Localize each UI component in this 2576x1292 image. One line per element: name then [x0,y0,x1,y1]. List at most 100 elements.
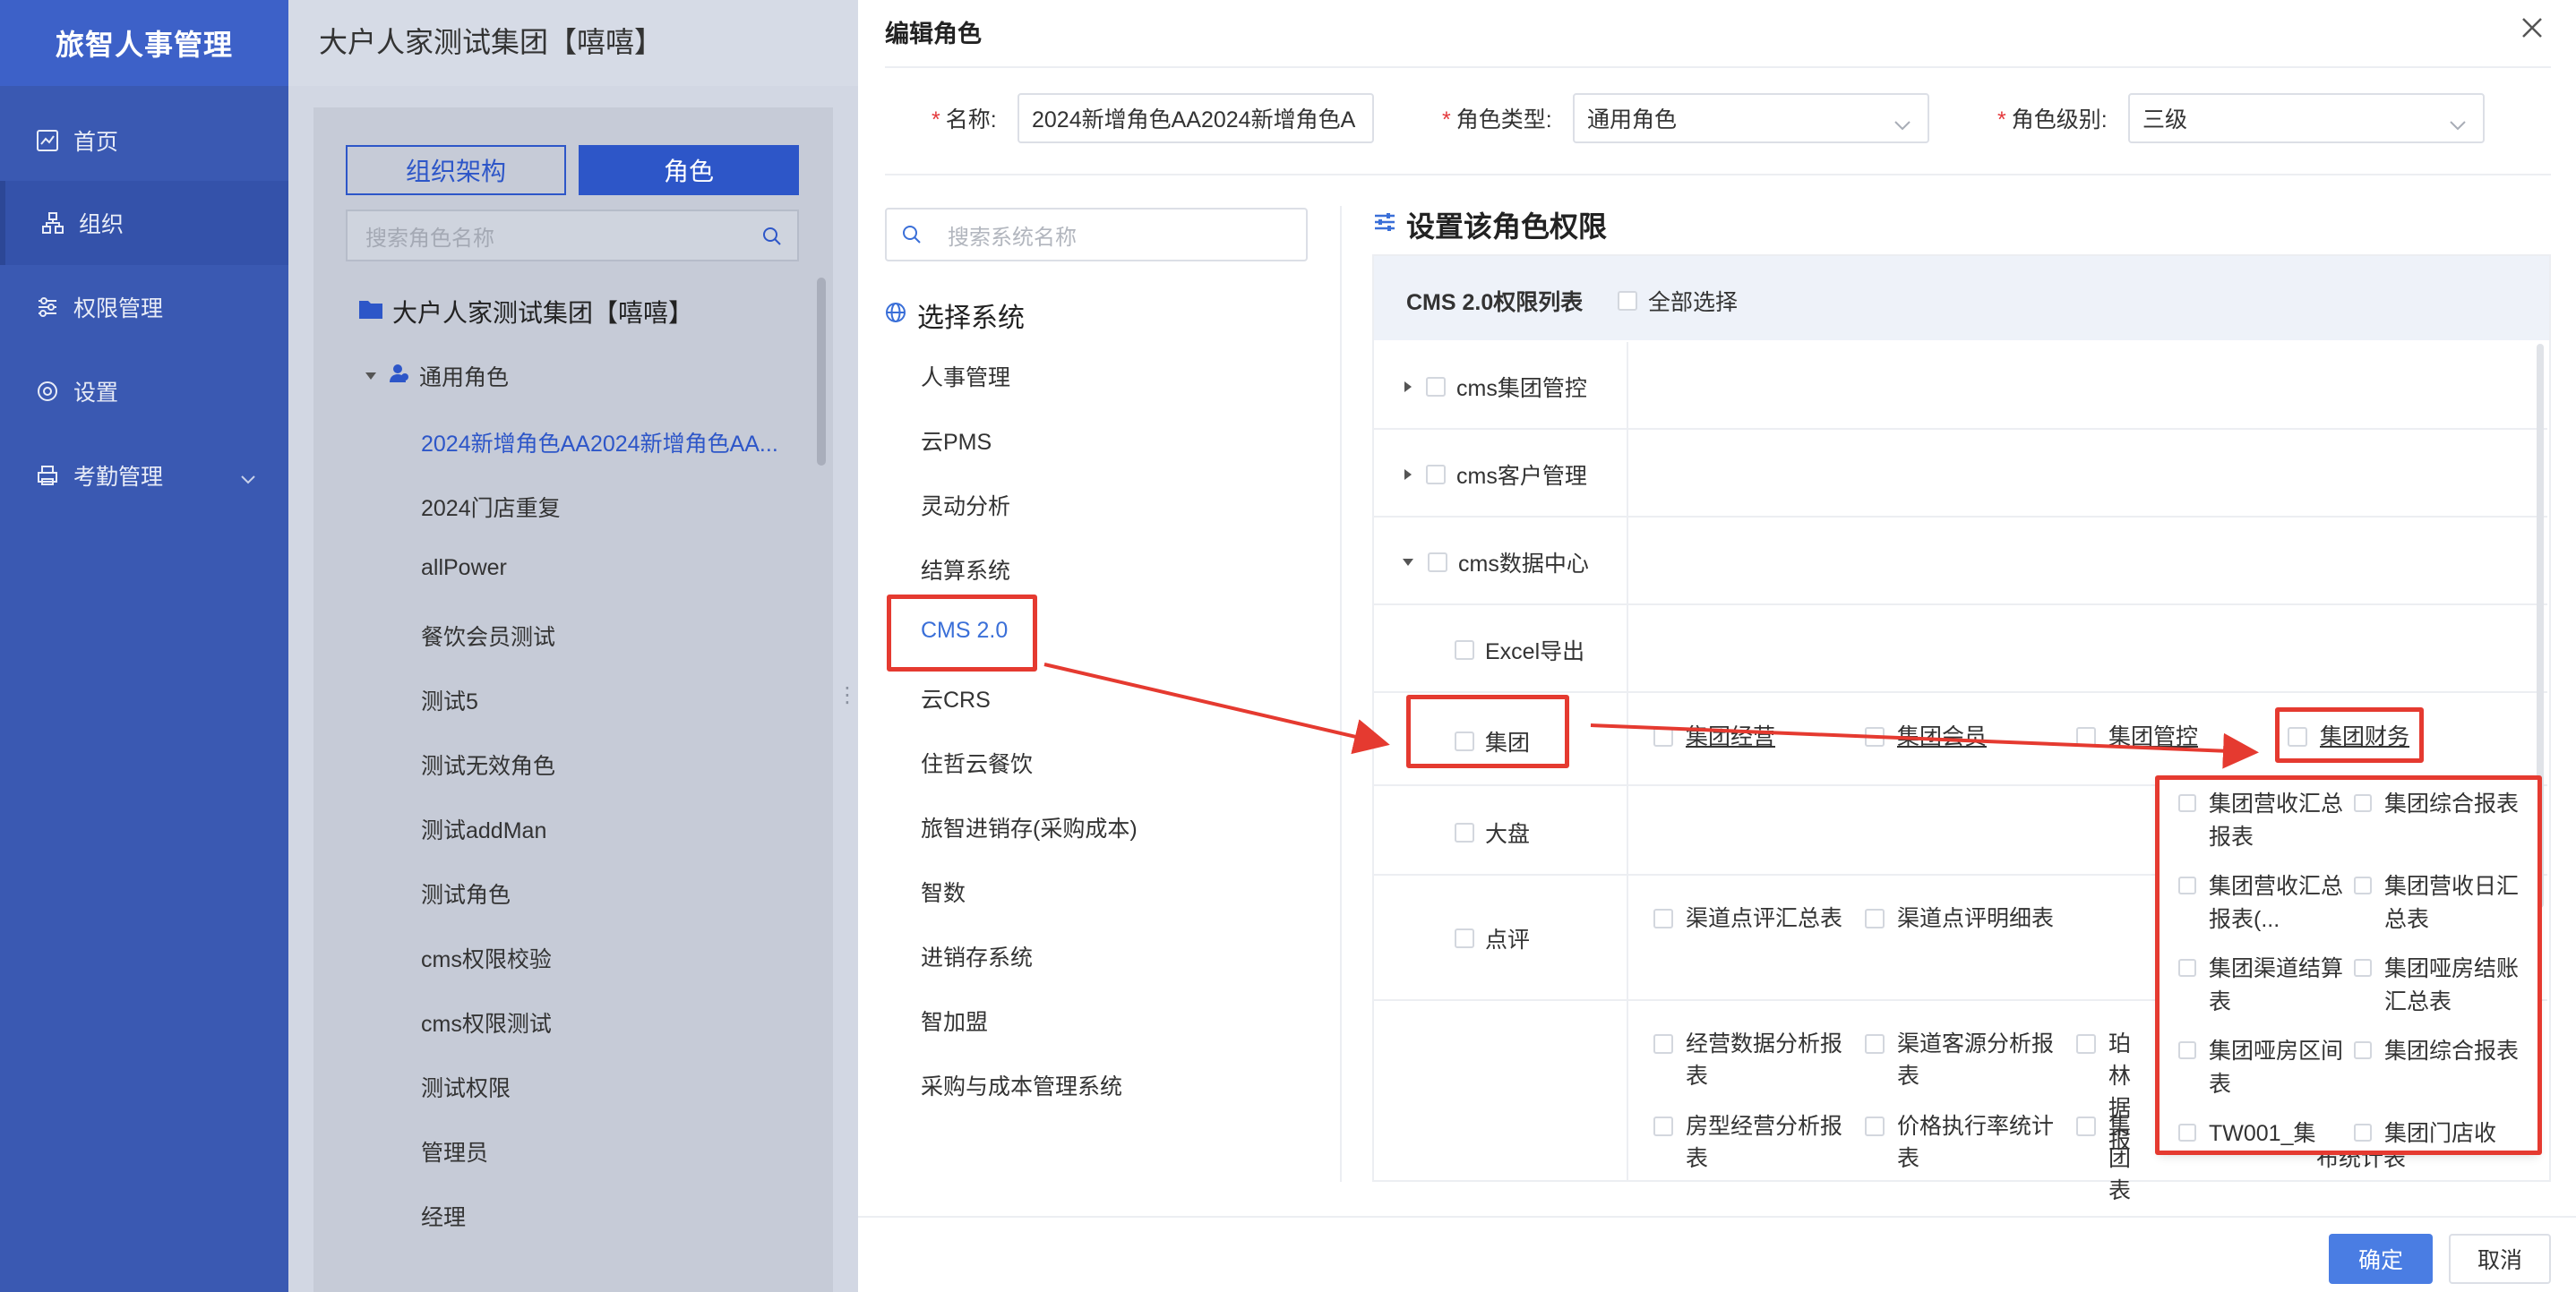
system-item[interactable]: 云CRS [921,682,991,714]
checkbox[interactable] [1653,727,1673,747]
confirm-button[interactable]: 确定 [2329,1234,2433,1284]
system-search-input[interactable]: 搜索系统名称 [885,208,1308,261]
role-item[interactable]: 测试addMan [421,813,546,845]
system-item[interactable]: 旅智进销存(采购成本) [921,811,1138,843]
checkbox[interactable] [1618,291,1637,311]
role-list-scrollbar[interactable] [817,278,826,466]
sidebar-item-org[interactable]: 组织 [0,181,288,265]
org-icon [39,210,66,236]
select-all-checkbox[interactable]: 全部选择 [1618,285,1738,317]
role-item[interactable]: allPower [421,555,507,581]
system-item[interactable]: 灵动分析 [921,489,1010,521]
org-panel [313,107,833,1292]
perm-row-dashboard[interactable]: 大盘 [1455,817,1530,849]
role-search-input[interactable]: 搜索角色名称 [346,210,799,261]
system-item[interactable]: 云PMS [921,424,992,457]
role-item[interactable]: cms权限测试 [421,1006,552,1039]
role-item[interactable]: 测试角色 [421,877,511,910]
sliders-icon [34,294,61,321]
checkbox[interactable] [1426,465,1446,484]
caret-right-icon[interactable] [1404,381,1412,392]
role-item[interactable]: 餐饮会员测试 [421,620,555,652]
perm-row-cms-customer[interactable]: cms客户管理 [1404,458,1587,491]
permission-list-title: CMS 2.0权限列表 [1406,290,1584,315]
tree-root[interactable]: 大户人家测试集团【嘻嘻】 [358,294,693,329]
checkbox[interactable] [1653,909,1673,928]
perm-sub-review-summary[interactable]: 渠道点评汇总表 [1653,903,1850,935]
checkbox[interactable] [2076,1117,2096,1136]
system-item[interactable]: 人事管理 [921,360,1010,392]
name-label: * 名称: [932,107,997,133]
caret-right-icon[interactable] [1404,469,1412,480]
perm-sub-report[interactable]: 渠道客源分析报表 [1865,1028,2062,1092]
system-item[interactable]: 采购与成本管理系统 [921,1069,1122,1101]
checkbox[interactable] [1455,823,1474,843]
role-type-select[interactable]: 通用角色 [1573,93,1929,143]
caret-down-icon[interactable] [365,372,376,380]
checkbox[interactable] [1455,640,1474,660]
role-item[interactable]: 2024门店重复 [421,491,561,523]
system-item[interactable]: 智数 [921,876,966,908]
page-title: 大户人家测试集团【嘻嘻】 [319,26,664,58]
name-field[interactable]: 2024新增角色AA2024新增角色A [1018,93,1374,143]
close-icon[interactable] [2517,13,2547,43]
sidebar-item-home[interactable]: 首页 [0,98,288,183]
annotation-box-finance [2275,707,2424,763]
tab-roles[interactable]: 角色 [579,145,799,195]
checkbox[interactable] [1455,928,1474,948]
checkbox[interactable] [1865,1117,1885,1136]
checkbox[interactable] [1653,1034,1673,1054]
sidebar-item-permissions[interactable]: 权限管理 [0,265,288,349]
role-item[interactable]: 测试权限 [421,1071,511,1103]
system-item[interactable]: 智加盟 [921,1005,988,1037]
checkbox[interactable] [1653,1117,1673,1136]
divider [1340,206,1342,1182]
perm-row-cms-data-center[interactable]: cms数据中心 [1403,546,1589,578]
checkbox[interactable] [1865,1034,1885,1054]
cancel-button[interactable]: 取消 [2449,1234,2551,1284]
perm-sub-report[interactable]: 价格执行率统计表 [1865,1110,2062,1175]
chevron-down-icon [2449,111,2467,137]
perm-sub-report[interactable]: 房型经营分析报表 [1653,1110,1850,1175]
user-icon [389,364,410,389]
tree-group[interactable]: 通用角色 [365,360,509,392]
perm-sub-review-detail[interactable]: 渠道点评明细表 [1865,903,2062,935]
perm-row-excel-export[interactable]: Excel导出 [1455,634,1584,666]
role-item[interactable]: 测试5 [421,684,478,716]
divider [885,66,2551,68]
sidebar-item-label: 组织 [79,212,125,237]
sidebar-item-label: 考勤管理 [73,465,164,490]
perm-row-cms-group-control[interactable]: cms集团管控 [1404,371,1587,403]
role-item[interactable]: 经理 [421,1200,466,1232]
checkbox[interactable] [1426,377,1446,397]
role-level-label: * 角色级别: [1997,107,2108,133]
role-level-select[interactable]: 三级 [2128,93,2485,143]
perm-sub-group-member[interactable]: 集团会员 [1865,721,1987,753]
checkbox[interactable] [1865,727,1885,747]
dialog-title: 编辑角色 [885,21,982,47]
role-item[interactable]: cms权限校验 [421,942,552,974]
divider [1627,342,1628,1180]
role-item[interactable]: 测试无效角色 [421,749,555,781]
system-item[interactable]: 结算系统 [921,553,1010,586]
perm-sub-group-ops[interactable]: 集团经营 [1653,721,1775,753]
role-item[interactable]: 管理员 [421,1135,488,1168]
role-item[interactable]: 2024新增角色AA2024新增角色AA... [421,426,778,458]
system-item[interactable]: 住哲云餐饮 [921,747,1033,779]
checkbox[interactable] [2076,1034,2096,1054]
checkbox[interactable] [1428,552,1447,572]
perm-sub-report[interactable]: 经营数据分析报表 [1653,1028,1850,1092]
search-icon[interactable] [761,226,783,253]
perm-row-review[interactable]: 点评 [1455,922,1530,954]
sidebar-item-settings[interactable]: 设置 [0,349,288,433]
perm-sub-report[interactable]: 集团表 [2076,1110,2148,1207]
annotation-box-cms [887,595,1037,672]
checkbox[interactable] [2076,727,2096,747]
tab-org-structure[interactable]: 组织架构 [346,145,566,195]
system-item[interactable]: 进销存系统 [921,940,1033,972]
sidebar-item-attendance[interactable]: 考勤管理 [0,433,288,518]
caret-down-icon[interactable] [1403,559,1413,566]
search-placeholder: 搜索角色名称 [365,226,494,251]
perm-sub-group-control[interactable]: 集团管控 [2076,721,2198,753]
checkbox[interactable] [1865,909,1885,928]
